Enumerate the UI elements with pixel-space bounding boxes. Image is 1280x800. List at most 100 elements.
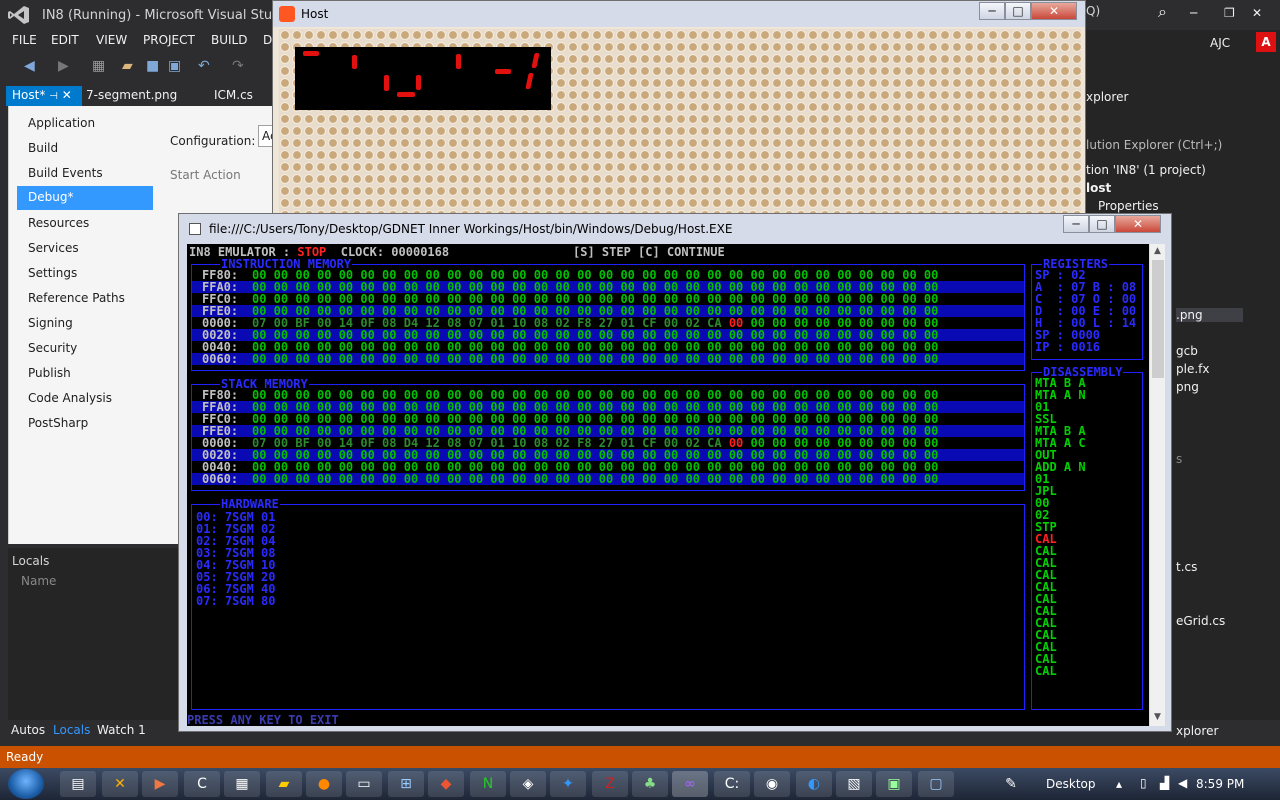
nav-debug[interactable]: Debug* bbox=[17, 186, 153, 210]
file-grid-cs-node[interactable]: eGrid.cs bbox=[1176, 614, 1225, 628]
nav-settings[interactable]: Settings bbox=[28, 266, 77, 280]
host-close-button[interactable]: ✕ bbox=[1031, 2, 1077, 20]
emu-close-button[interactable]: ✕ bbox=[1115, 215, 1161, 233]
firefox-taskbar-icon[interactable]: ● bbox=[306, 771, 342, 797]
media-taskbar-icon[interactable]: ▶ bbox=[142, 771, 178, 797]
scroll-up-icon[interactable]: ▲ bbox=[1154, 246, 1161, 256]
properties-node[interactable]: Properties bbox=[1098, 199, 1159, 213]
android-taskbar-icon[interactable]: ♣ bbox=[632, 771, 668, 797]
user-name[interactable]: AJC bbox=[1210, 36, 1230, 50]
nav-build[interactable]: Build bbox=[28, 141, 58, 155]
solution-node[interactable]: tion 'IN8' (1 project) bbox=[1086, 163, 1206, 177]
memory-row: 0060: 00 00 00 00 00 00 00 00 00 00 00 00… bbox=[192, 353, 1024, 365]
nav-signing[interactable]: Signing bbox=[28, 316, 73, 330]
nunit-taskbar-icon[interactable]: N bbox=[470, 771, 506, 797]
nav-reference-paths[interactable]: Reference Paths bbox=[28, 291, 125, 305]
network-taskbar-icon[interactable]: ⊞ bbox=[388, 771, 424, 797]
emu-maximize-button[interactable]: □ bbox=[1089, 215, 1115, 233]
butterfly-taskbar-icon[interactable]: ✦ bbox=[550, 771, 586, 797]
menu-view[interactable]: VIEW bbox=[96, 33, 127, 47]
host-title-bar[interactable]: Host ─ □ ✕ bbox=[273, 1, 1085, 27]
cmd-taskbar-icon[interactable]: C: bbox=[714, 771, 750, 797]
back-icon[interactable]: ◀ bbox=[24, 58, 35, 74]
start-button-icon[interactable] bbox=[8, 769, 44, 799]
restore-icon[interactable]: ❐ bbox=[1224, 6, 1235, 20]
menu-project[interactable]: PROJECT bbox=[143, 33, 195, 47]
tab-host[interactable]: Host* ⊣ ✕ bbox=[6, 86, 82, 106]
forward-icon[interactable]: ▶ bbox=[58, 58, 69, 74]
nav-build-events[interactable]: Build Events bbox=[28, 166, 103, 180]
unity-taskbar-icon[interactable]: ◈ bbox=[510, 771, 546, 797]
undo-icon[interactable]: ↶ bbox=[198, 58, 210, 74]
nav-postsharp[interactable]: PostSharp bbox=[28, 416, 88, 430]
nav-resources[interactable]: Resources bbox=[28, 216, 89, 230]
emulator-title-bar[interactable]: file:///C:/Users/Tony/Desktop/GDNET Inne… bbox=[179, 214, 1171, 242]
nav-application[interactable]: Application bbox=[28, 116, 95, 130]
pin-icon[interactable]: ⊣ bbox=[49, 91, 58, 102]
tab-7-segment[interactable]: 7-segment.png bbox=[80, 86, 183, 106]
quick-launch-hint[interactable]: Q) bbox=[1086, 4, 1100, 18]
desktop-toolbar[interactable]: Desktop bbox=[1046, 777, 1096, 791]
store-taskbar-icon[interactable]: ◐ bbox=[796, 771, 832, 797]
file-gcb-node[interactable]: gcb bbox=[1176, 344, 1198, 358]
tab-locals[interactable]: Locals bbox=[53, 723, 90, 737]
nav-security[interactable]: Security bbox=[28, 341, 77, 355]
scroll-down-icon[interactable]: ▼ bbox=[1154, 712, 1161, 722]
save-icon[interactable]: ■ bbox=[146, 58, 159, 74]
menu-build[interactable]: BUILD bbox=[211, 33, 247, 47]
save-all-icon[interactable]: ▣ bbox=[168, 58, 181, 74]
menu-debug[interactable]: D bbox=[263, 33, 272, 47]
nav-code-analysis[interactable]: Code Analysis bbox=[28, 391, 112, 405]
tab-watch-1[interactable]: Watch 1 bbox=[97, 723, 146, 737]
tab-autos[interactable]: Autos bbox=[11, 723, 45, 737]
solution-explorer-tab[interactable]: xplorer bbox=[1176, 724, 1218, 738]
close-window-icon[interactable]: ✕ bbox=[1252, 6, 1262, 20]
search-icon[interactable]: ⌕ bbox=[1158, 2, 1167, 22]
terminal-taskbar-icon[interactable]: ▭ bbox=[346, 771, 382, 797]
signal-icon[interactable]: ▟ bbox=[1160, 776, 1169, 790]
battery-icon[interactable]: ▯ bbox=[1140, 776, 1147, 790]
emu-minimize-button[interactable]: ─ bbox=[1063, 215, 1089, 233]
notes-tray-icon[interactable]: ✎ bbox=[998, 771, 1024, 797]
minimize-icon[interactable]: ─ bbox=[1190, 6, 1197, 20]
solution-explorer-search[interactable]: lution Explorer (Ctrl+;) bbox=[1086, 138, 1222, 152]
locals-name-column[interactable]: Name bbox=[21, 574, 56, 588]
menu-edit[interactable]: EDIT bbox=[51, 33, 79, 47]
new-project-icon[interactable]: ▦ bbox=[92, 58, 105, 74]
file-png2-node[interactable]: png bbox=[1176, 380, 1199, 394]
folder-taskbar-icon[interactable]: ▰ bbox=[266, 771, 302, 797]
git-taskbar-icon[interactable]: ◆ bbox=[428, 771, 464, 797]
user-avatar[interactable]: A bbox=[1256, 32, 1276, 52]
visual-studio-taskbar-icon[interactable]: ∞ bbox=[672, 771, 708, 797]
scroll-thumb[interactable] bbox=[1152, 260, 1164, 378]
spreadsheet-taskbar-icon[interactable]: ▧ bbox=[836, 771, 872, 797]
host-minimize-button[interactable]: ─ bbox=[979, 2, 1005, 20]
open-icon[interactable]: ▰ bbox=[122, 58, 133, 74]
project-node[interactable]: lost bbox=[1086, 181, 1111, 195]
explorer-taskbar-icon[interactable]: ▤ bbox=[60, 771, 96, 797]
file-fx-node[interactable]: ple.fx bbox=[1176, 362, 1209, 376]
nav-services[interactable]: Services bbox=[28, 241, 79, 255]
console-output[interactable]: IN8 EMULATOR : STOP CLOCK: 00000168 [S] … bbox=[187, 244, 1149, 726]
status-text: Ready bbox=[6, 750, 44, 764]
tool-taskbar-icon[interactable]: ✕ bbox=[102, 771, 138, 797]
nav-publish[interactable]: Publish bbox=[28, 366, 71, 380]
tray-up-icon[interactable]: ▴ bbox=[1116, 777, 1122, 791]
file-t-cs-node[interactable]: t.cs bbox=[1176, 560, 1197, 574]
monitor-taskbar-icon[interactable]: ▣ bbox=[876, 771, 912, 797]
calculator-taskbar-icon[interactable]: ▦ bbox=[224, 771, 260, 797]
file-s-node[interactable]: s bbox=[1176, 452, 1182, 466]
taskbar-clock[interactable]: 8:59 PM bbox=[1196, 777, 1244, 791]
host-taskbar-icon[interactable]: ▢ bbox=[918, 771, 954, 797]
host-maximize-button[interactable]: □ bbox=[1005, 2, 1031, 20]
menu-file[interactable]: FILE bbox=[12, 33, 37, 47]
app-taskbar-icon[interactable]: C bbox=[184, 771, 220, 797]
redo-icon[interactable]: ↷ bbox=[232, 58, 244, 74]
tab-icm-cs[interactable]: ICM.cs bbox=[208, 86, 259, 106]
game-taskbar-icon[interactable]: ◉ bbox=[754, 771, 790, 797]
console-scrollbar[interactable]: ▲ ▼ bbox=[1149, 244, 1165, 726]
volume-icon[interactable]: ◀ bbox=[1178, 776, 1187, 790]
filezilla-taskbar-icon[interactable]: Z bbox=[592, 771, 628, 797]
file-png-node[interactable]: .png bbox=[1176, 308, 1243, 322]
close-icon[interactable]: ✕ bbox=[62, 88, 72, 102]
